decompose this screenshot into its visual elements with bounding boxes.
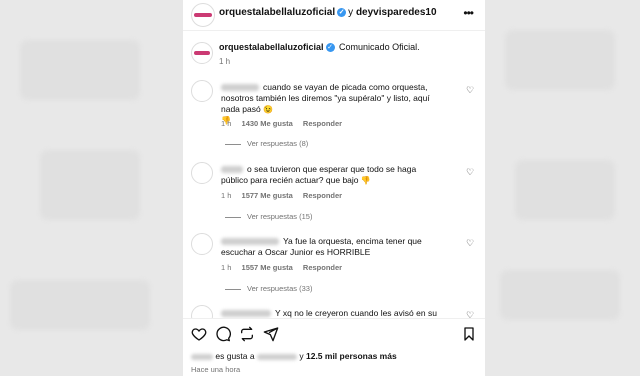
more-options-icon[interactable]: ••• bbox=[463, 6, 474, 20]
blurred-background bbox=[20, 40, 140, 100]
comment-time: 1 h bbox=[221, 119, 232, 128]
liker-username-blurred bbox=[256, 353, 297, 360]
verified-badge-icon: ✓ bbox=[325, 43, 335, 53]
blurred-background bbox=[515, 160, 615, 220]
likes-prefix: es gusta a bbox=[215, 351, 255, 361]
likes-count[interactable]: 12.5 mil personas más bbox=[306, 351, 397, 361]
commenter-avatar[interactable] bbox=[191, 162, 213, 184]
view-replies-label: Ver respuestas (8) bbox=[247, 139, 309, 148]
wink-emoji: 😉 bbox=[263, 105, 274, 114]
comments-panel: orquestalabellaluzoficial ✓ y deyvisparede… bbox=[183, 0, 485, 376]
comment-time: 1 h bbox=[221, 191, 232, 200]
send-icon[interactable] bbox=[263, 326, 279, 345]
blurred-background bbox=[505, 30, 615, 90]
comment-meta: 1 h 1430 Me gusta Responder bbox=[221, 119, 350, 128]
view-replies-button[interactable]: Ver respuestas (33) bbox=[225, 284, 312, 293]
comment-body: o sea tuvieron que esperar que todo se h… bbox=[221, 164, 417, 185]
caption-avatar[interactable] bbox=[191, 42, 213, 64]
commenter-username-blurred[interactable] bbox=[221, 166, 243, 174]
bookmark-icon[interactable] bbox=[461, 326, 477, 345]
post-caption: orquestalabellaluzoficial ✓ Comunicado Of… bbox=[219, 42, 420, 53]
author-avatar[interactable] bbox=[191, 3, 215, 27]
comment-likes[interactable]: 1557 Me gusta bbox=[242, 263, 293, 272]
reply-button[interactable]: Responder bbox=[303, 191, 342, 200]
comment-text: Ya fue la orquesta, encima tener que esc… bbox=[221, 236, 443, 258]
commenter-username-blurred[interactable] bbox=[221, 84, 259, 92]
post-actions-bar bbox=[183, 318, 485, 349]
repost-icon[interactable] bbox=[239, 326, 255, 345]
comment-likes[interactable]: 1577 Me gusta bbox=[242, 191, 293, 200]
comment-likes[interactable]: 1430 Me gusta bbox=[242, 119, 293, 128]
post-timestamp: Hace una hora bbox=[191, 365, 241, 374]
header-usernames: orquestalabellaluzoficial ✓ y deyvisparede… bbox=[219, 7, 437, 18]
caption-time: 1 h bbox=[219, 57, 231, 66]
comment-icon[interactable] bbox=[215, 326, 231, 345]
comment-like-heart-icon[interactable]: ♡ bbox=[466, 168, 475, 177]
view-replies-label: Ver respuestas (33) bbox=[247, 284, 313, 293]
comment-body: Y xq no le creyeron cuando les avisó en … bbox=[275, 308, 437, 318]
comment-time: 1 h bbox=[221, 263, 232, 272]
likes-summary[interactable]: es gusta a y 12.5 mil personas más bbox=[191, 351, 397, 361]
comment-like-heart-icon[interactable]: ♡ bbox=[466, 86, 475, 95]
view-replies-button[interactable]: Ver respuestas (15) bbox=[225, 212, 312, 221]
comment-like-heart-icon[interactable]: ♡ bbox=[466, 239, 475, 248]
thumbs-down-emoji: 👎 bbox=[360, 176, 371, 185]
background-right bbox=[485, 0, 640, 376]
verified-badge-icon: ✓ bbox=[337, 7, 347, 17]
replies-divider bbox=[225, 216, 241, 218]
commenter-avatar[interactable] bbox=[191, 233, 213, 255]
replies-divider bbox=[225, 143, 241, 145]
commenter-username-blurred[interactable] bbox=[221, 238, 279, 246]
commenter-avatar[interactable] bbox=[191, 80, 213, 102]
view-replies-label: Ver respuestas (15) bbox=[247, 212, 313, 221]
blurred-background bbox=[10, 280, 150, 330]
replies-divider bbox=[225, 288, 241, 290]
coauthor-username[interactable]: deyvisparedes10 bbox=[356, 7, 437, 18]
commenter-username-blurred[interactable] bbox=[221, 310, 271, 318]
caption-username[interactable]: orquestalabellaluzoficial bbox=[219, 42, 324, 52]
heart-icon[interactable] bbox=[191, 326, 207, 345]
blurred-background bbox=[40, 150, 140, 220]
caption-text: Comunicado Oficial. bbox=[339, 42, 420, 52]
reply-button[interactable]: Responder bbox=[303, 119, 342, 128]
background-left bbox=[0, 0, 183, 376]
comment-meta: 1 h 1557 Me gusta Responder bbox=[221, 263, 350, 272]
post-header: orquestalabellaluzoficial ✓ y deyvisparede… bbox=[183, 0, 485, 31]
header-conjunction: y bbox=[348, 7, 354, 18]
likes-middle: y bbox=[299, 351, 304, 361]
reply-button[interactable]: Responder bbox=[303, 263, 342, 272]
blurred-background bbox=[500, 270, 620, 320]
author-username[interactable]: orquestalabellaluzoficial bbox=[219, 7, 335, 18]
comment-text: o sea tuvieron que esperar que todo se h… bbox=[221, 164, 443, 186]
comment-meta: 1 h 1577 Me gusta Responder bbox=[221, 191, 350, 200]
liker-avatars-blurred bbox=[191, 353, 213, 360]
view-replies-button[interactable]: Ver respuestas (8) bbox=[225, 139, 308, 148]
